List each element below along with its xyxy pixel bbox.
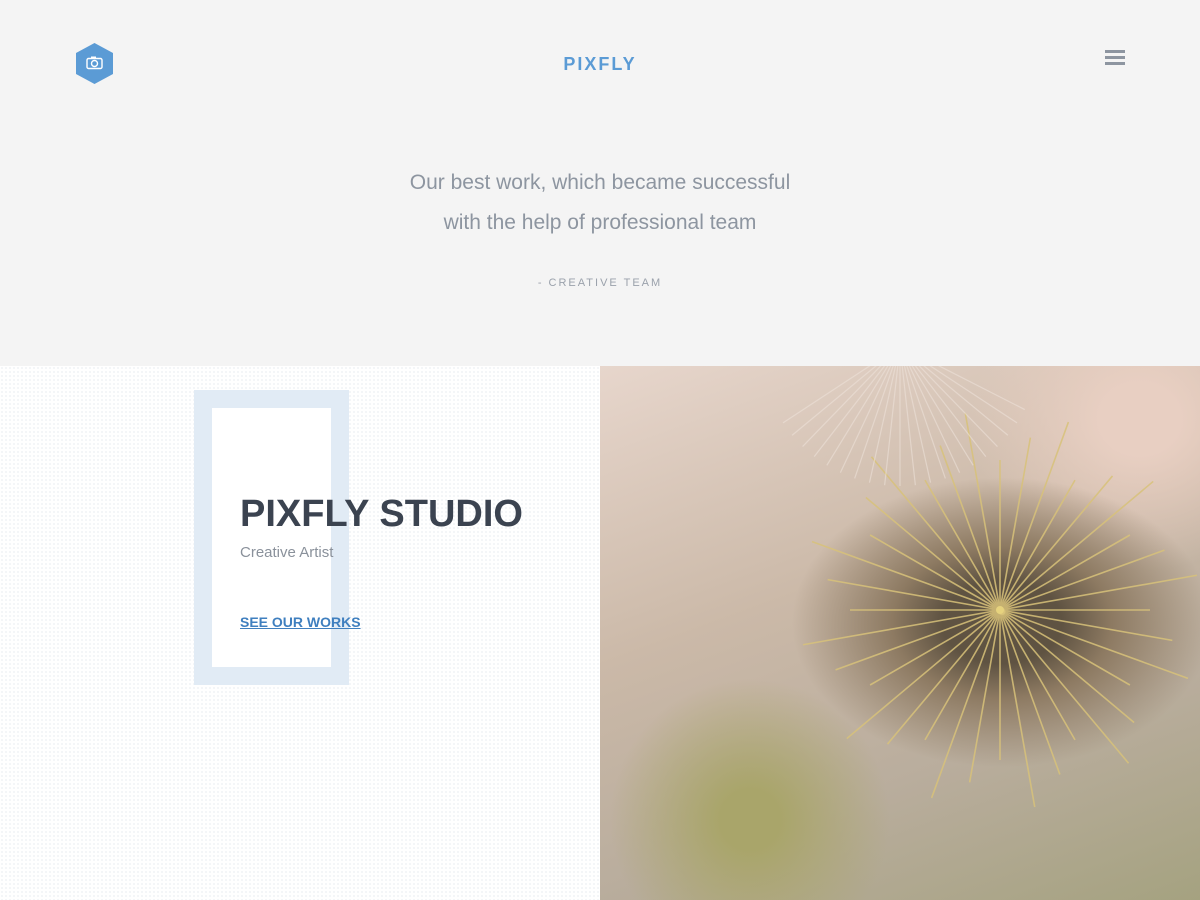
seed-ray [937, 366, 1026, 411]
studio-panel: PIXFLY STUDIO Creative Artist SEE OUR WO… [0, 366, 600, 900]
decorative-frame [194, 390, 349, 685]
seed-ray [914, 366, 987, 457]
seed-ray [923, 366, 1009, 436]
see-our-works-link[interactable]: SEE OUR WORKS [240, 614, 361, 630]
seed-ray [839, 366, 892, 473]
hero-section: PIXFLY Our best work, which became succe… [0, 0, 1200, 366]
dandelion-closeup-image [600, 366, 1200, 900]
brand-title[interactable]: PIXFLY [0, 54, 1200, 75]
seed-ray [813, 366, 886, 457]
dandelion-seed-illustration [782, 366, 1198, 808]
hero-quote: Our best work, which became successful w… [0, 163, 1200, 243]
seed-ray [791, 366, 877, 436]
quote-line-1: Our best work, which became successful [409, 171, 791, 194]
menu-button[interactable] [1103, 49, 1127, 69]
quote-author: - CREATIVE TEAM [537, 277, 663, 289]
quote-line-2: with the help of professional team [443, 211, 757, 234]
studio-subtitle: Creative Artist [240, 544, 334, 561]
seed-ray [908, 366, 961, 473]
studio-title: PIXFLY STUDIO [240, 493, 523, 535]
hamburger-menu-icon [1105, 50, 1125, 65]
